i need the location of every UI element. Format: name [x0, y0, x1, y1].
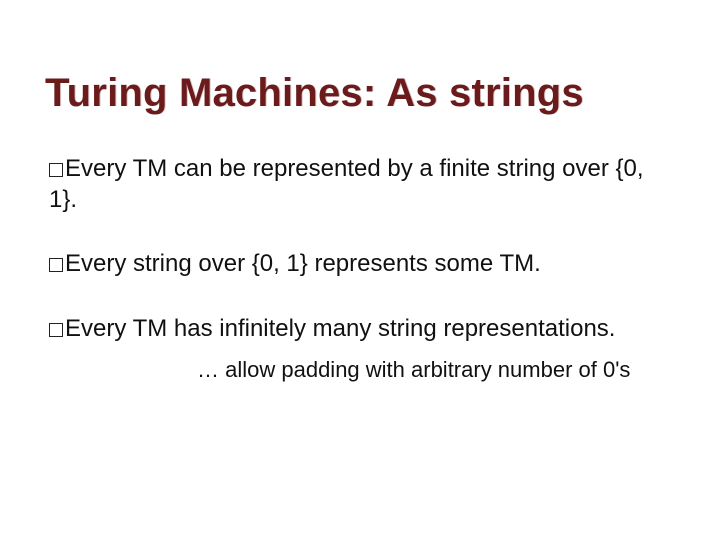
list-item: Every string over {0, 1} represents some…	[49, 249, 675, 280]
list-item: Every TM can be represented by a finite …	[49, 154, 675, 215]
sub-list-item: … allow padding with arbitrary number of…	[197, 357, 675, 383]
square-bullet-icon	[49, 258, 63, 272]
list-item-text: Every TM has infinitely many string repr…	[65, 315, 615, 342]
square-bullet-icon	[49, 323, 63, 337]
slide: Turing Machines: As strings Every TM can…	[0, 0, 720, 540]
list-item-text: Every TM can be represented by a finite …	[49, 155, 644, 213]
square-bullet-icon	[49, 163, 63, 177]
slide-title: Turing Machines: As strings	[45, 70, 675, 116]
list-item-text: Every string over {0, 1} represents some…	[65, 250, 541, 277]
list-item: Every TM has infinitely many string repr…	[49, 314, 675, 345]
bullet-list: Every TM can be represented by a finite …	[45, 154, 675, 383]
